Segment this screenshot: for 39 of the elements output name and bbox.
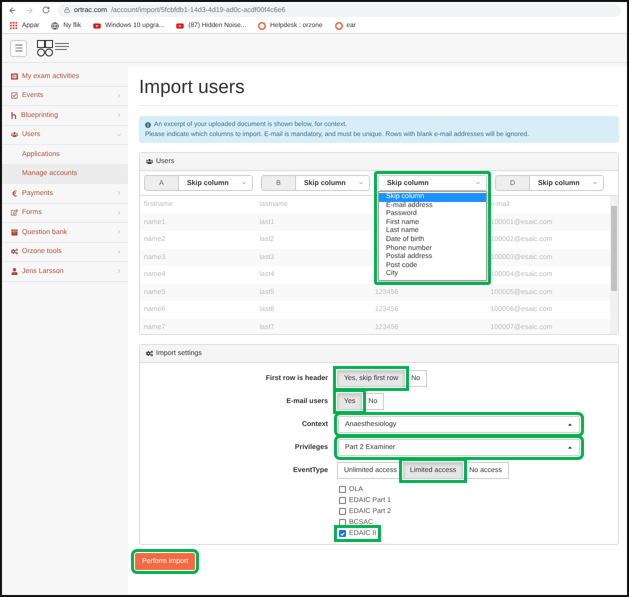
chevron-down-icon [358,180,364,186]
chevron-right-icon [116,190,122,196]
menu-icon [14,43,24,53]
page-title: Import users [139,77,619,106]
chevron-down-icon [116,132,122,138]
list-icon [11,72,18,80]
chevron-right-icon [116,268,122,274]
chevron-down-icon [592,180,598,186]
user-icon [11,268,18,275]
archive-icon [11,228,18,236]
apps-grid-icon [10,22,18,30]
back-icon[interactable] [8,6,17,14]
video-play-icon [93,22,102,30]
gears-icon [146,350,153,357]
euro-icon [11,190,18,197]
menu-button[interactable] [10,40,27,56]
chevron-right-icon [116,92,122,99]
chevron-down-icon [241,180,247,186]
info-icon [145,122,151,128]
letter-h-icon [11,112,17,119]
chevron-right-icon [116,248,122,255]
video-play-icon [176,22,184,30]
users-icon [11,131,18,138]
checkbox-icon [11,92,18,100]
globe-icon [51,22,60,30]
users-icon [146,158,153,165]
chevron-right-icon [116,210,122,216]
chevron-right-icon [116,229,122,236]
chevron-down-icon [475,180,481,186]
reload-icon[interactable] [42,6,50,14]
lifebuoy-icon [334,22,343,30]
lifebuoy-icon [258,22,266,30]
gears-icon [11,248,18,256]
scrollbar[interactable] [610,196,618,334]
edit-icon [11,209,18,216]
chevron-right-icon [116,112,122,118]
logo-icon [37,40,71,56]
lock-icon [64,7,70,13]
checkmark-icon [340,530,345,536]
